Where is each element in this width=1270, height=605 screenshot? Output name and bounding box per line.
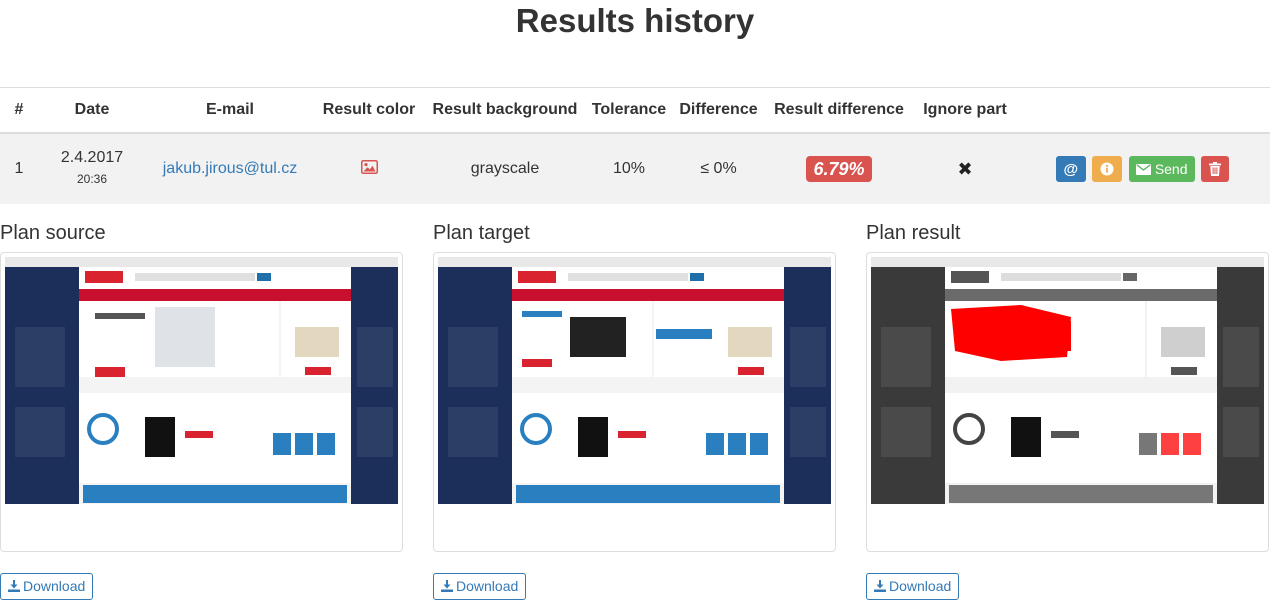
download-result-button[interactable]: Download xyxy=(866,573,960,600)
table-row: 1 2.4.2017 20:36 jakub.jirous@tul.cz gra… xyxy=(0,133,1270,204)
header-email: E-mail xyxy=(146,87,314,134)
delete-button[interactable] xyxy=(1201,156,1230,182)
header-result-difference: Result difference xyxy=(765,87,913,134)
row-actions: @ Send xyxy=(1017,133,1270,204)
send-label: Send xyxy=(1154,161,1188,177)
download-target-button[interactable]: Download xyxy=(433,573,527,600)
plan-target-frame xyxy=(433,252,836,552)
close-icon: ✖ xyxy=(957,158,973,179)
row-result-difference: 6.79% xyxy=(765,133,913,204)
plan-target-title: Plan target xyxy=(433,222,530,244)
row-tolerance: 10% xyxy=(586,133,672,204)
plan-source-image[interactable] xyxy=(5,257,398,504)
download-icon xyxy=(8,580,20,592)
row-time-value: 20:36 xyxy=(76,172,108,186)
page-title: Results history xyxy=(515,2,755,39)
plan-source-title: Plan source xyxy=(0,222,106,244)
plan-result-image[interactable] xyxy=(871,257,1264,504)
plan-target-image[interactable] xyxy=(438,257,831,504)
download-result-label: Download xyxy=(889,578,952,594)
at-icon: @ xyxy=(1063,161,1079,178)
image-icon[interactable] xyxy=(360,159,378,179)
row-result-background: grayscale xyxy=(424,133,586,204)
row-email: jakub.jirous@tul.cz xyxy=(146,133,314,204)
header-tolerance: Tolerance xyxy=(586,87,672,134)
row-result-color xyxy=(314,133,424,204)
header-actions xyxy=(1017,87,1270,134)
plan-result-frame xyxy=(866,252,1269,552)
download-icon xyxy=(874,580,886,592)
download-target-label: Download xyxy=(456,578,519,594)
email-link[interactable]: jakub.jirous@tul.cz xyxy=(163,160,298,177)
trash-icon xyxy=(1209,162,1222,176)
info-icon xyxy=(1100,162,1114,176)
header-ignore-part: Ignore part xyxy=(913,87,1017,134)
download-source-button[interactable]: Download xyxy=(0,573,94,600)
row-date: 2.4.2017 20:36 xyxy=(38,133,146,204)
email-button[interactable]: @ xyxy=(1055,156,1086,182)
row-date-value: 2.4.2017 xyxy=(60,149,124,166)
result-difference-badge: 6.79% xyxy=(806,156,872,182)
header-result-color: Result color xyxy=(314,87,424,134)
header-index: # xyxy=(0,87,38,134)
row-index: 1 xyxy=(0,133,38,204)
download-source-label: Download xyxy=(23,578,86,594)
header-result-background: Result background xyxy=(424,87,586,134)
envelope-icon xyxy=(1135,164,1151,175)
row-ignore-part: ✖ xyxy=(913,133,1017,204)
plan-source-frame xyxy=(0,252,403,552)
header-difference: Difference xyxy=(672,87,765,134)
table-header-row: # Date E-mail Result color Result backgr… xyxy=(0,87,1270,134)
send-button[interactable]: Send xyxy=(1128,156,1195,182)
row-difference: ≤ 0% xyxy=(672,133,765,204)
results-table: # Date E-mail Result color Result backgr… xyxy=(0,87,1270,204)
info-button[interactable] xyxy=(1092,156,1123,182)
header-date: Date xyxy=(38,87,146,134)
plan-result-title: Plan result xyxy=(866,222,961,244)
download-icon xyxy=(441,580,453,592)
